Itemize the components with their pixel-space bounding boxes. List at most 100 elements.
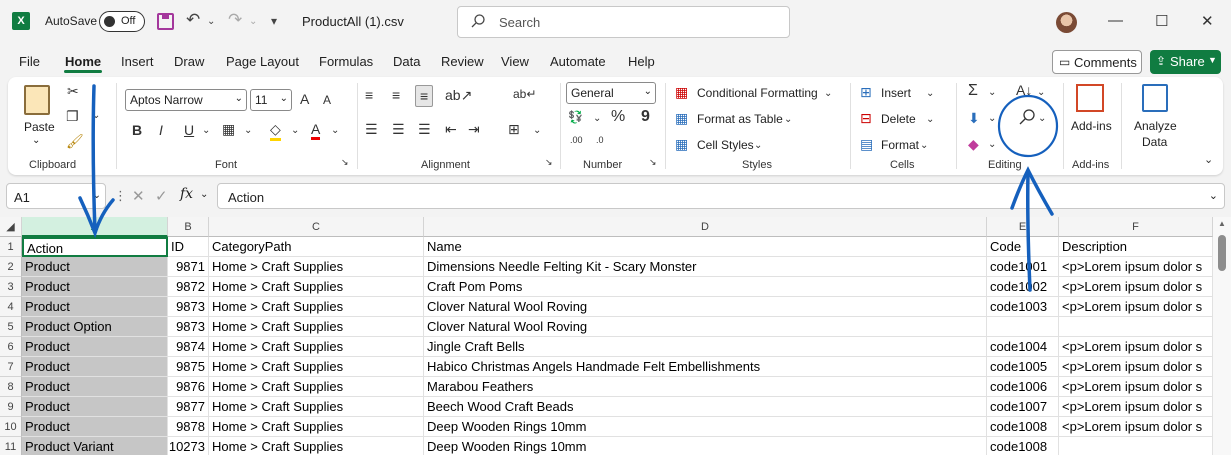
cell-e1[interactable]: Code <box>987 237 1059 257</box>
cell-b9[interactable]: 9877 <box>168 397 209 417</box>
underline-button[interactable]: U <box>184 122 194 138</box>
cell-c4[interactable]: Home > Craft Supplies <box>209 297 424 317</box>
tab-file[interactable]: File <box>19 54 40 69</box>
cell-d11[interactable]: Deep Wooden Rings 10mm <box>424 437 987 455</box>
redo-dropdown-icon[interactable]: ⌄ <box>249 16 257 27</box>
row-header[interactable]: 1 <box>0 237 22 257</box>
cell-b10[interactable]: 9878 <box>168 417 209 437</box>
wrap-text-icon[interactable]: ab↵ <box>513 87 536 101</box>
paste-label[interactable]: Paste <box>24 120 55 134</box>
sort-dropdown-icon[interactable]: ⌄ <box>1037 87 1045 98</box>
cell-a11[interactable]: Product Variant <box>22 437 168 455</box>
row-header[interactable]: 5 <box>0 317 22 337</box>
insert-function-icon[interactable]: fx <box>180 186 193 202</box>
cell-b3[interactable]: 9872 <box>168 277 209 297</box>
row-header[interactable]: 10 <box>0 417 22 437</box>
undo-icon[interactable]: ↶ <box>186 10 200 30</box>
cell-f8[interactable]: <p>Lorem ipsum dolor s <box>1059 377 1213 397</box>
column-header-a[interactable]: A <box>22 217 168 237</box>
format-button[interactable]: Format <box>881 138 919 152</box>
add-ins-button[interactable]: Add-ins <box>1071 119 1112 133</box>
tab-review[interactable]: Review <box>441 54 484 69</box>
sort-filter-icon[interactable]: A↓ <box>1016 82 1032 98</box>
borders-dropdown-icon[interactable]: ⌄ <box>244 125 252 136</box>
cell-b4[interactable]: 9873 <box>168 297 209 317</box>
cell-e6[interactable]: code1004 <box>987 337 1059 357</box>
cell-d4[interactable]: Clover Natural Wool Roving <box>424 297 987 317</box>
font-name-combo[interactable]: Aptos Narrow ⌄ <box>125 89 247 111</box>
italic-button[interactable]: I <box>159 122 163 138</box>
row-header[interactable]: 6 <box>0 337 22 357</box>
clear-icon[interactable]: ◆ <box>968 136 979 153</box>
user-avatar[interactable] <box>1056 12 1077 33</box>
tab-view[interactable]: View <box>501 54 529 69</box>
cell-c2[interactable]: Home > Craft Supplies <box>209 257 424 277</box>
row-header[interactable]: 11 <box>0 437 22 455</box>
column-header-f[interactable]: F <box>1059 217 1213 237</box>
tab-data[interactable]: Data <box>393 54 420 69</box>
cell-a8[interactable]: Product <box>22 377 168 397</box>
cell-e3[interactable]: code1002 <box>987 277 1059 297</box>
align-middle-icon[interactable]: ≡ <box>392 87 400 103</box>
currency-dropdown-icon[interactable]: ⌄ <box>593 113 601 124</box>
merge-center-icon[interactable]: ⊞ <box>508 121 520 138</box>
cell-f2[interactable]: <p>Lorem ipsum dolor s <box>1059 257 1213 277</box>
row-header[interactable]: 7 <box>0 357 22 377</box>
cell-f5[interactable] <box>1059 317 1213 337</box>
autosum-dropdown-icon[interactable]: ⌄ <box>988 87 996 98</box>
cell-d1[interactable]: Name <box>424 237 987 257</box>
cell-a6[interactable]: Product <box>22 337 168 357</box>
cell-e10[interactable]: code1008 <box>987 417 1059 437</box>
row-header[interactable]: 4 <box>0 297 22 317</box>
paste-icon[interactable] <box>24 85 50 115</box>
cell-f4[interactable]: <p>Lorem ipsum dolor s <box>1059 297 1213 317</box>
chevron-down-icon[interactable]: ⌄ <box>200 189 208 200</box>
format-painter-icon[interactable]: 🖌 <box>66 133 84 150</box>
cell-c11[interactable]: Home > Craft Supplies <box>209 437 424 455</box>
align-top-icon[interactable]: ≡ <box>365 87 373 103</box>
dialog-launcher-icon[interactable]: ↘ <box>341 157 349 168</box>
chevron-down-icon[interactable]: ⌄ <box>784 114 792 125</box>
cell-b11[interactable]: 10273 <box>168 437 209 455</box>
cell-f7[interactable]: <p>Lorem ipsum dolor s <box>1059 357 1213 377</box>
column-header-e[interactable]: E <box>987 217 1059 237</box>
delete-button[interactable]: Delete <box>881 112 916 126</box>
cell-f6[interactable]: <p>Lorem ipsum dolor s <box>1059 337 1213 357</box>
row-header[interactable]: 3 <box>0 277 22 297</box>
search-box[interactable]: Search <box>457 6 790 38</box>
row-header[interactable]: 2 <box>0 257 22 277</box>
column-header-c[interactable]: C <box>209 217 424 237</box>
autosave-toggle[interactable]: Off <box>99 11 145 32</box>
cell-e9[interactable]: code1007 <box>987 397 1059 417</box>
close-button[interactable]: ✕ <box>1201 12 1214 30</box>
column-header-d[interactable]: D <box>424 217 987 237</box>
enter-icon[interactable]: ✓ <box>155 187 168 205</box>
align-center-icon[interactable]: ☰ <box>392 121 405 138</box>
currency-icon[interactable]: 💱 <box>568 110 583 124</box>
paste-dropdown-icon[interactable]: ⌄ <box>32 135 40 146</box>
cell-a10[interactable]: Product <box>22 417 168 437</box>
orientation-icon[interactable]: ab↗ <box>445 87 472 104</box>
dialog-launcher-icon[interactable]: ↘ <box>545 157 553 168</box>
vertical-scrollbar[interactable]: ▲ <box>1213 217 1231 455</box>
tab-insert[interactable]: Insert <box>121 54 154 69</box>
chevron-down-icon[interactable]: ⌄ <box>926 88 934 99</box>
underline-dropdown-icon[interactable]: ⌄ <box>202 125 210 136</box>
add-ins-icon[interactable] <box>1076 84 1104 112</box>
decrease-indent-icon[interactable]: ⇤ <box>445 121 457 138</box>
cell-a9[interactable]: Product <box>22 397 168 417</box>
format-as-table-button[interactable]: Format as Table <box>697 112 783 126</box>
cell-b2[interactable]: 9871 <box>168 257 209 277</box>
cell-d8[interactable]: Marabou Feathers <box>424 377 987 397</box>
cell-c9[interactable]: Home > Craft Supplies <box>209 397 424 417</box>
comments-button[interactable]: ▭ Comments <box>1052 50 1142 74</box>
fill-icon[interactable]: ⬇ <box>968 110 980 127</box>
row-header[interactable]: 8 <box>0 377 22 397</box>
row-header[interactable]: 9 <box>0 397 22 417</box>
cell-e7[interactable]: code1005 <box>987 357 1059 377</box>
borders-icon[interactable]: ▦ <box>222 121 235 138</box>
formula-input[interactable]: Action ⌄ <box>217 183 1225 209</box>
collapse-ribbon-icon[interactable]: ⌄ <box>1204 153 1213 166</box>
cell-c7[interactable]: Home > Craft Supplies <box>209 357 424 377</box>
tab-automate[interactable]: Automate <box>550 54 606 69</box>
